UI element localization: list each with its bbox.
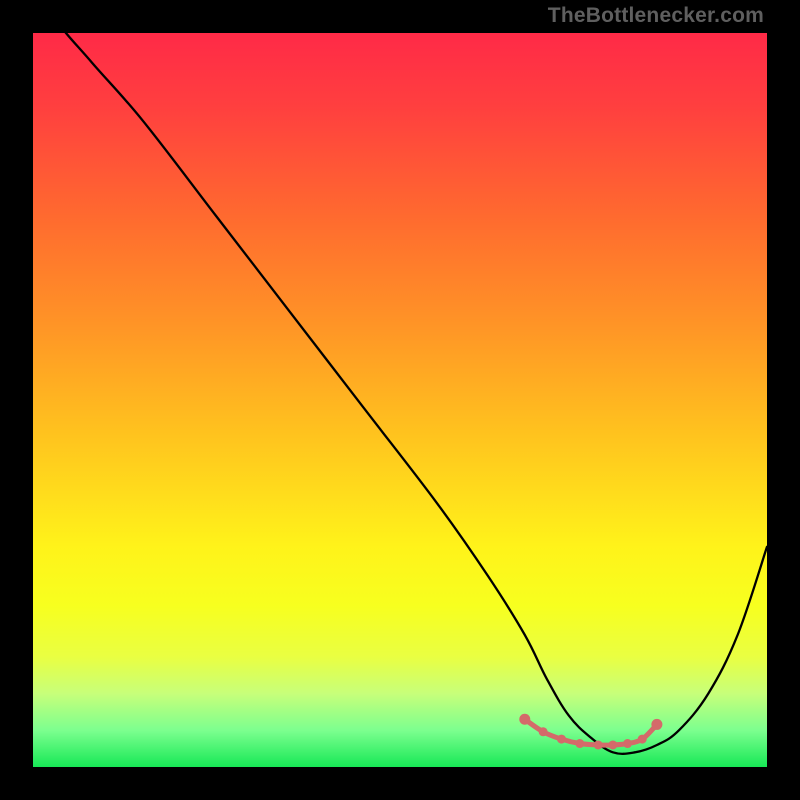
- optimal-range-point: [608, 740, 617, 749]
- optimal-range-point: [594, 740, 603, 749]
- optimal-range-point: [557, 735, 566, 744]
- plot-area: [33, 33, 767, 767]
- optimal-range-point: [575, 739, 584, 748]
- watermark-text: TheBottlenecker.com: [548, 4, 764, 28]
- optimal-range-point: [539, 727, 548, 736]
- optimal-range-point: [638, 735, 647, 744]
- chart-svg: [33, 33, 767, 767]
- gradient-background: [33, 33, 767, 767]
- optimal-range-point: [623, 739, 632, 748]
- optimal-range-point: [519, 714, 530, 725]
- chart-frame: TheBottlenecker.com: [0, 0, 800, 800]
- optimal-range-point: [651, 719, 662, 730]
